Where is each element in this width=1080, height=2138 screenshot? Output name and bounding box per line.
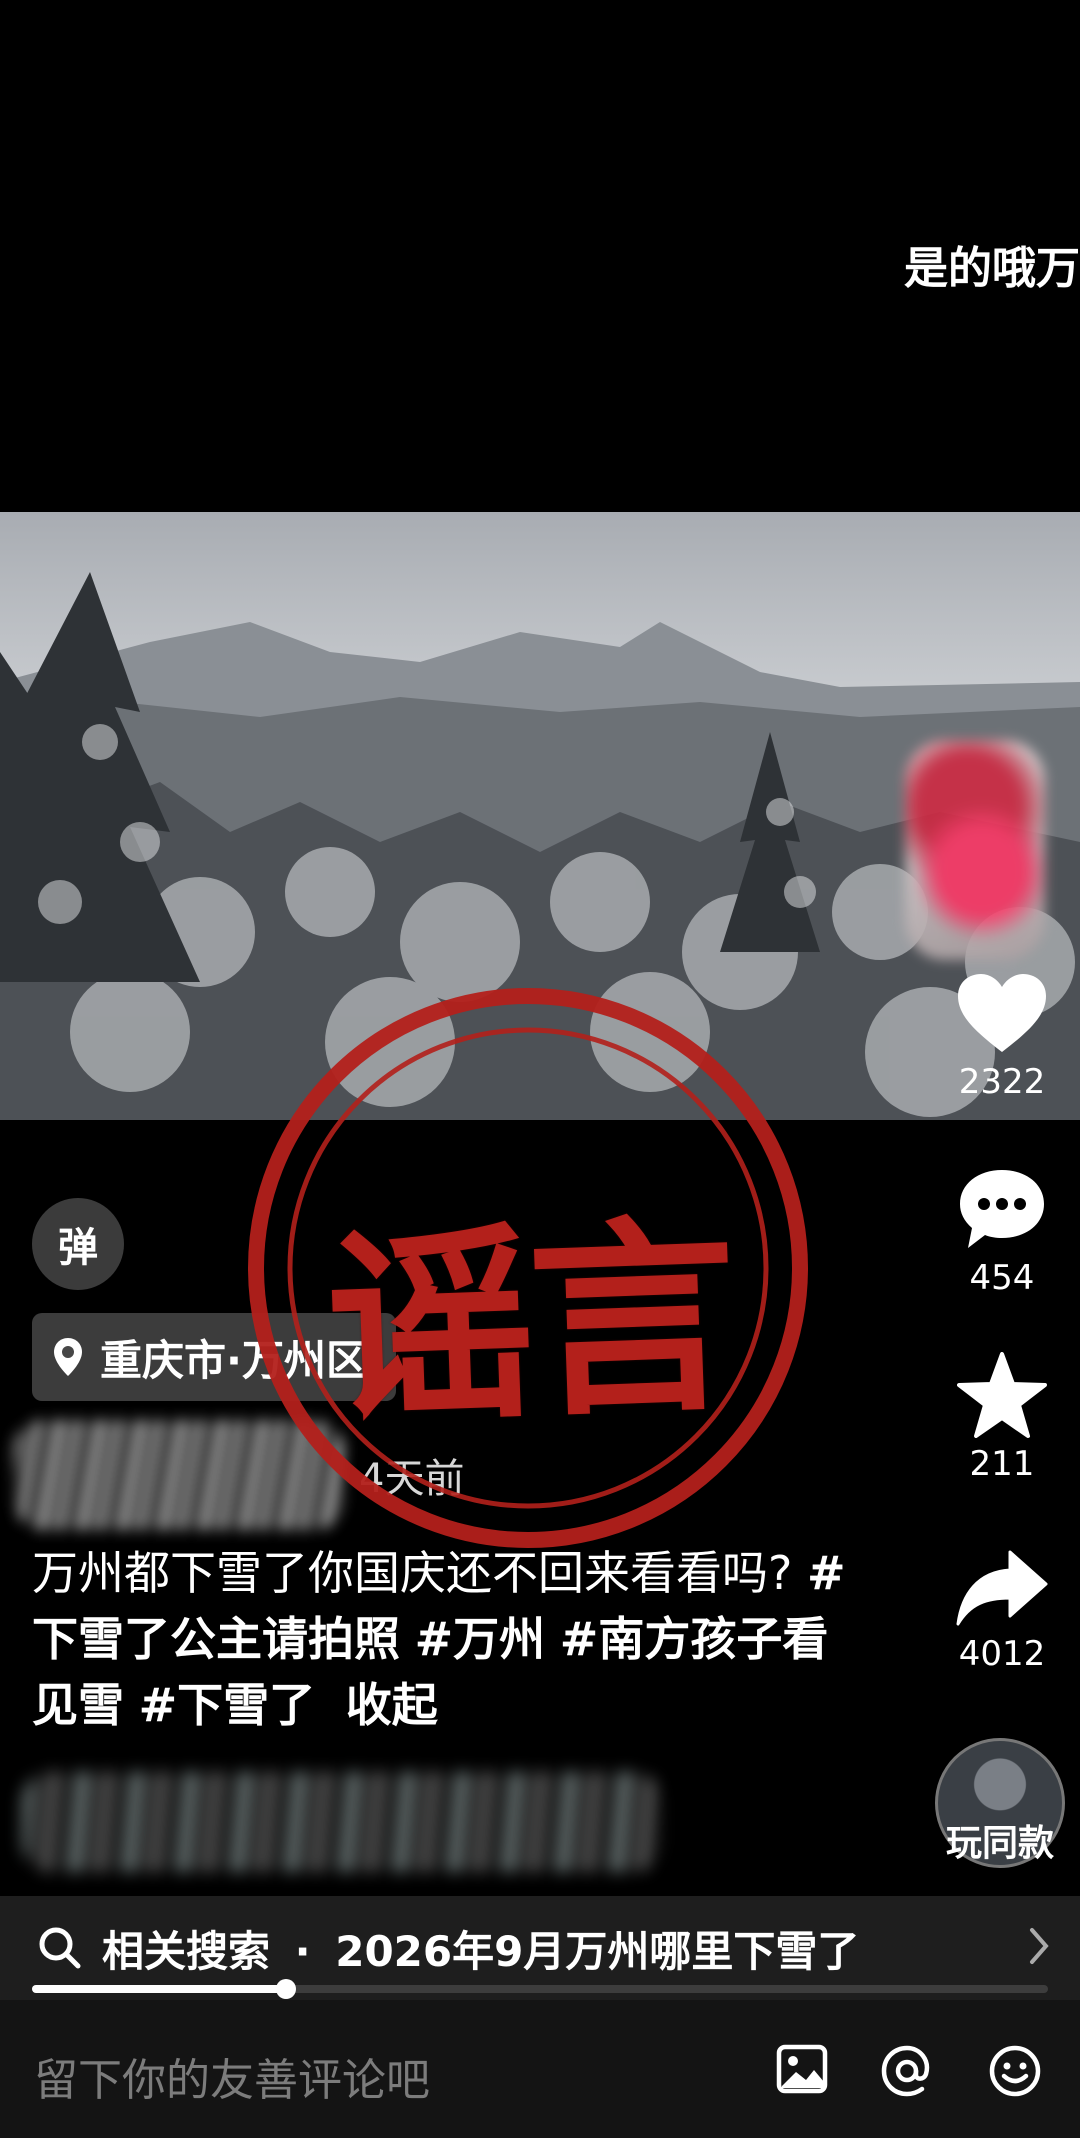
share-count: 4012 xyxy=(958,1634,1046,1674)
comment-icon xyxy=(960,1170,1044,1248)
image-icon[interactable] xyxy=(776,2044,828,2094)
location-pin-icon xyxy=(54,1338,82,1376)
progress-knob[interactable] xyxy=(276,1979,296,1999)
author-avatar[interactable] xyxy=(905,740,1045,960)
comment-button[interactable]: 454 xyxy=(940,1166,1064,1298)
like-count: 2322 xyxy=(958,1062,1046,1102)
comment-bar: 留下你的友善评论吧 xyxy=(0,2000,1080,2138)
share-button[interactable]: 4012 xyxy=(940,1548,1064,1674)
rumor-stamp: 谣言 xyxy=(245,985,811,1551)
remix-label: 玩同款 xyxy=(945,1823,1054,1864)
danmu-label: 弹 xyxy=(58,1225,98,1271)
at-icon[interactable] xyxy=(880,2044,934,2098)
heart-icon xyxy=(958,974,1046,1052)
emoji-icon[interactable] xyxy=(988,2044,1042,2098)
star-icon xyxy=(957,1352,1047,1438)
danmu-toggle-button[interactable]: 弹 xyxy=(32,1198,124,1290)
hashtag[interactable]: #下雪了 xyxy=(139,1678,316,1732)
description-text: 万州都下雪了你国庆还不回来看看吗? xyxy=(32,1546,793,1600)
chevron-right-icon xyxy=(1030,1928,1049,1964)
related-search-text: 相关搜索 · 2026年9月万州哪里下雪了 xyxy=(102,1926,860,1976)
hashtag[interactable]: #万州 xyxy=(415,1612,546,1666)
music-info-blurred[interactable] xyxy=(22,1772,662,1872)
favorite-button[interactable]: 211 xyxy=(940,1352,1064,1484)
video-progress-bar[interactable] xyxy=(32,1979,1048,1999)
top-caption: 是的哦万 xyxy=(904,243,1080,294)
like-button[interactable]: 2322 xyxy=(940,972,1064,1102)
collapse-button[interactable]: 收起 xyxy=(346,1678,438,1732)
progress-fill xyxy=(32,1985,286,1993)
post-description: 万州都下雪了你国庆还不回来看看吗? #下雪了公主请拍照 #万州 #南方孩子看见雪… xyxy=(32,1540,852,1738)
comment-count: 454 xyxy=(969,1258,1035,1298)
comment-input[interactable]: 留下你的友善评论吧 xyxy=(34,2044,430,2108)
search-icon xyxy=(39,1927,81,1969)
remix-button[interactable]: 玩同款 xyxy=(935,1738,1065,1868)
share-icon xyxy=(956,1550,1048,1626)
favorite-count: 211 xyxy=(969,1444,1035,1484)
stamp-text: 谣言 xyxy=(322,1195,735,1453)
